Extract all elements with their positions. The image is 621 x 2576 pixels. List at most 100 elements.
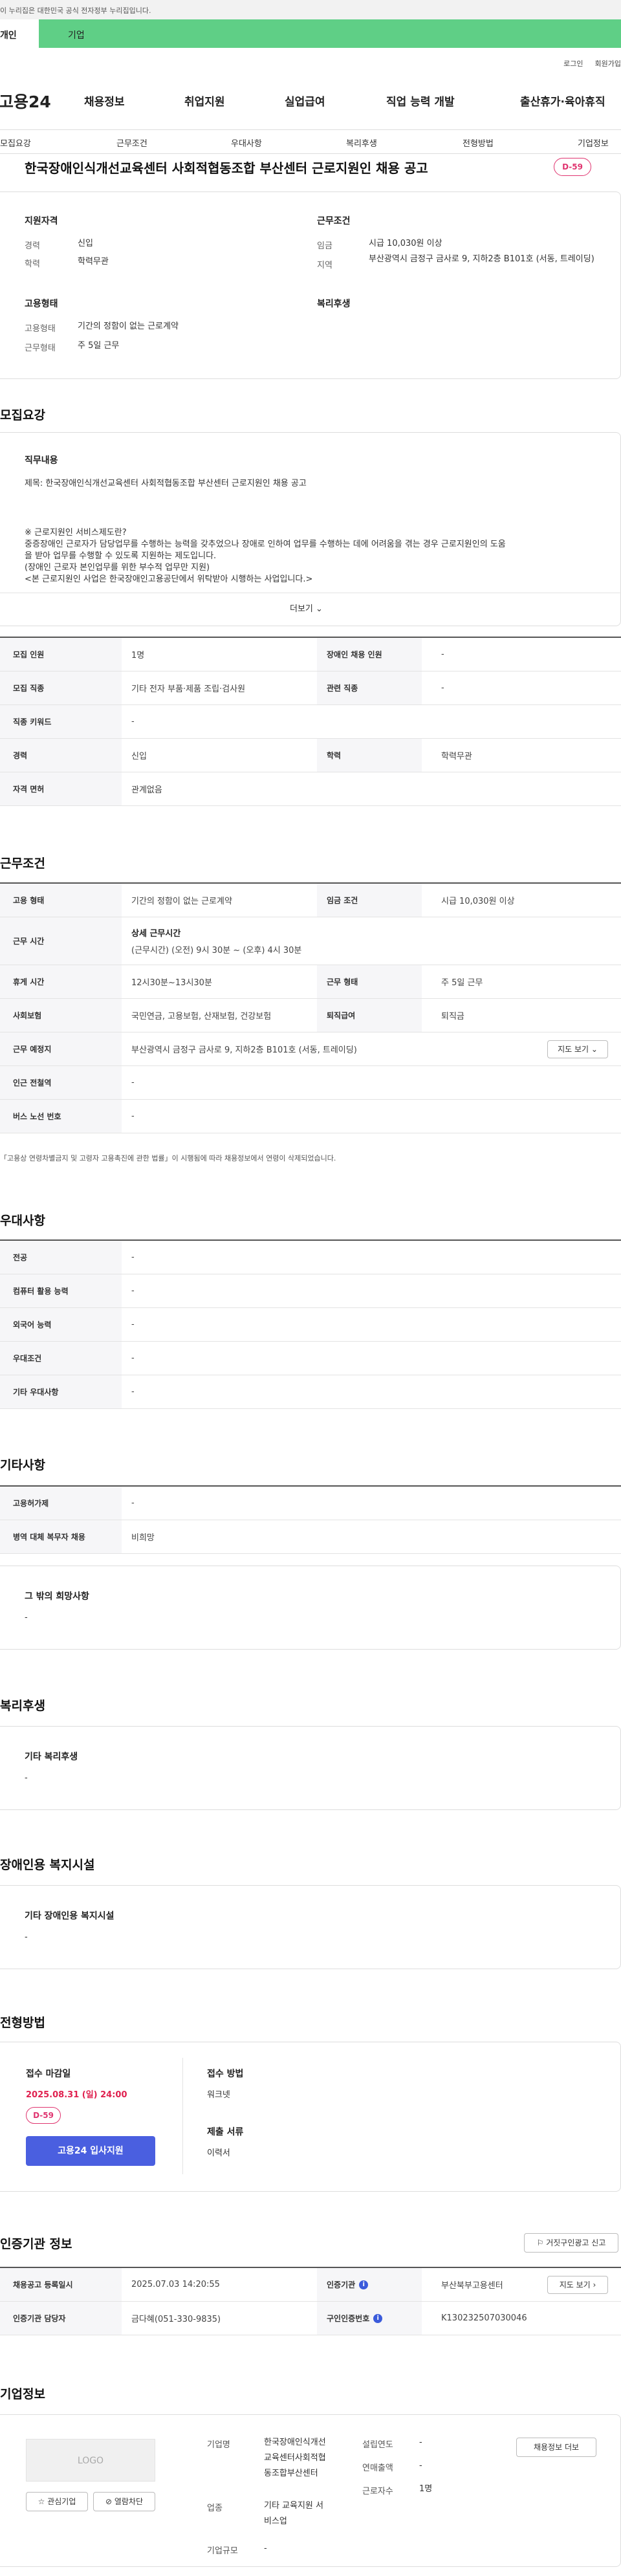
cell-key: 고용허가제 [0, 1487, 122, 1520]
deadline-head: 접수 마감일 [26, 2069, 71, 2079]
cell-value: - [131, 1353, 135, 1363]
job-desc-line: 제목: 한국장애인식개선교육센터 사회적협동조합 부산센터 근로지원인 채용 공… [25, 479, 307, 488]
cell-key: 인근 전철역 [0, 1066, 122, 1099]
etc-table: 고용허가제 - 병역 대체 복무자 채용 비희망 [0, 1485, 621, 1554]
section-company-title: 기업정보 [0, 2387, 45, 2401]
age-law-note: 「고용상 연령차별금지 및 고령자 고용촉진에 관한 법률」이 시행됨에 따라 … [0, 1154, 336, 1162]
cell-key: 구인인증번호 i [317, 2302, 422, 2335]
industry-val: 기타 교육지원 서 비스업 [264, 2498, 323, 2529]
cell-value: 퇴직금 [441, 1012, 464, 1021]
cell-key: 근무 시간 [0, 917, 122, 965]
tab-company-label: 기업 [68, 30, 85, 41]
nav-parental-leave[interactable]: 출산휴가·육아휴직 [520, 93, 605, 109]
sales-val: - [419, 2461, 422, 2471]
cell-key: 자격 면허 [0, 772, 122, 805]
cert-map-button[interactable]: 지도 보기 › [547, 2276, 608, 2294]
report-button[interactable]: ⚐ 거짓구인광고 신고 [524, 2233, 618, 2253]
table-row: 전공 - [0, 1241, 621, 1274]
job-desc-line [25, 490, 607, 501]
disabled-card-head: 기타 장애인용 복지시설 [25, 1911, 114, 1921]
cell-key: 직종 키워드 [0, 705, 122, 738]
cell-value: - [131, 1078, 135, 1087]
section-disabled-title: 장애인용 복지시설 [0, 1858, 95, 1872]
disabled-card: 기타 장애인용 복지시설 - [0, 1885, 621, 1969]
table-row: 직종 키워드 - [0, 705, 621, 739]
company-name-line: 동조합부산센터 [264, 2469, 318, 2478]
section-etc-title: 기타사항 [0, 1458, 45, 1472]
more-button[interactable]: 더보기 ⌄ [290, 602, 323, 614]
job-desc-line: 을 받아 업무를 수행할 수 있도록 지원하는 제도입니다. [25, 551, 217, 561]
map-button[interactable]: 지도 보기 ⌄ [547, 1040, 608, 1058]
table-row: 외국어 능력 - [0, 1308, 621, 1342]
cell-value: - [131, 1387, 135, 1397]
favorite-company-button[interactable]: ☆ 관심기업 [26, 2492, 88, 2511]
cell-value: - [131, 1286, 135, 1296]
nav-employment-support[interactable]: 취업지원 [184, 93, 225, 109]
subnav-process[interactable]: 전형방법 [463, 136, 494, 149]
career-val: 신입 [78, 239, 93, 248]
nav-training[interactable]: 직업 능력 개발 [386, 93, 455, 109]
cell-key: 근무 예정지 [0, 1032, 122, 1065]
login-link[interactable]: 로그인 [563, 58, 583, 69]
info-icon[interactable]: i [373, 2313, 383, 2323]
cell-value: 시급 10,030원 이상 [441, 897, 515, 906]
welfare-head: 복리후생 [317, 299, 351, 309]
hours-value: (근무시간) (오전) 9시 30분 ~ (오후) 4시 30분 [131, 946, 302, 955]
cell-value: 부산광역시 금정구 금사로 9, 지하2층 B101호 (서동, 트레이딩) [131, 1045, 357, 1055]
cell-key: 경력 [0, 739, 122, 772]
welfare-card-val: - [25, 1773, 28, 1783]
table-row: 기타 우대사항 - [0, 1375, 621, 1409]
job-desc-line: (장애인 근로자 본인업무를 위한 부수적 업무만 지원) [25, 563, 210, 573]
deadline-val: 2025.08.31 (일) 24:00 [26, 2090, 127, 2100]
nav-unemployment-benefit[interactable]: 실업급여 [285, 93, 325, 109]
industry-key: 업종 [207, 2504, 223, 2513]
subnav-welfare[interactable]: 복리후생 [346, 136, 377, 149]
section-work-title: 근무조건 [0, 857, 45, 871]
cell-value: 기타 전자 부품·제품 조립·검사원 [131, 684, 246, 694]
tab-person[interactable]: 개인 [0, 19, 39, 48]
cell-value: 학력무관 [441, 752, 472, 761]
nav-jobs[interactable]: 채용정보 [84, 93, 125, 109]
cell-key: 기타 우대사항 [0, 1375, 122, 1408]
cell-value: 신입 [131, 752, 147, 761]
cell-value: 2025.07.03 14:20:55 [131, 2280, 220, 2289]
apply-button[interactable]: 고용24 입사지원 [26, 2136, 155, 2166]
signup-link[interactable]: 회원가입 [595, 58, 621, 69]
industry-line: 기타 교육지원 서 [264, 2501, 323, 2511]
welfare-card-head: 기타 복리후생 [25, 1752, 78, 1762]
docs-head: 제출 서류 [207, 2127, 244, 2137]
edu-val: 학력무관 [78, 257, 109, 267]
cell-value: 비희망 [131, 1533, 155, 1543]
subnav-pref[interactable]: 우대사항 [231, 136, 262, 149]
year-key: 설립연도 [362, 2440, 393, 2450]
emptype-key: 고용형태 [25, 324, 56, 334]
job-desc-line: ※ 근로지원인 서비스제도란? [25, 528, 127, 538]
table-row: 모집 직종 기타 전자 부품·제품 조립·검사원 관련 직종 - [0, 671, 621, 705]
cell-key: 인증기관 i [317, 2268, 422, 2301]
year-val: - [419, 2438, 422, 2447]
siren-icon: ⚐ [536, 2238, 547, 2247]
tab-company[interactable]: 기업 [39, 19, 621, 48]
subnav-work[interactable]: 근무조건 [116, 136, 147, 149]
table-row: 모집 인원 1명 장애인 채용 인원 - [0, 638, 621, 671]
wage-key: 임금 [317, 241, 332, 251]
table-row: 인증기관 담당자 금다혜(051-330-9835) 구인인증번호 i K1302… [0, 2302, 621, 2335]
docs-val: 이력서 [207, 2148, 230, 2158]
subnav-company[interactable]: 기업정보 [578, 136, 609, 149]
cell-key: 전공 [0, 1241, 122, 1274]
process-divider [182, 2058, 183, 2174]
subnav-recruit[interactable]: 모집요강 [0, 136, 31, 149]
table-row: 사회보험 국민연금, 고용보험, 산재보험, 건강보험 퇴직급여 퇴직금 [0, 999, 621, 1032]
company-jobs-button[interactable]: 채용정보 더보 [516, 2438, 596, 2457]
block-company-button[interactable]: ⊘ 열람차단 [93, 2492, 155, 2511]
recruit-table: 모집 인원 1명 장애인 채용 인원 - 모집 직종 기타 전자 부품·제품 조… [0, 637, 621, 806]
info-icon[interactable]: i [359, 2280, 369, 2289]
cell-key: 사회보험 [0, 999, 122, 1032]
wage-val: 시급 10,030원 이상 [369, 239, 442, 248]
table-row: 인근 전철역 - [0, 1066, 621, 1100]
cell-key: 고용 형태 [0, 884, 122, 917]
site-logo[interactable]: 고용24 [0, 89, 76, 113]
welfare-card: 기타 복리후생 - [0, 1726, 621, 1810]
report-button-label: 거짓구인광고 신고 [546, 2238, 606, 2247]
region-val: 부산광역시 금정구 금사로 9, 지하2층 B101호 (서동, 트레이딩) [369, 254, 594, 264]
